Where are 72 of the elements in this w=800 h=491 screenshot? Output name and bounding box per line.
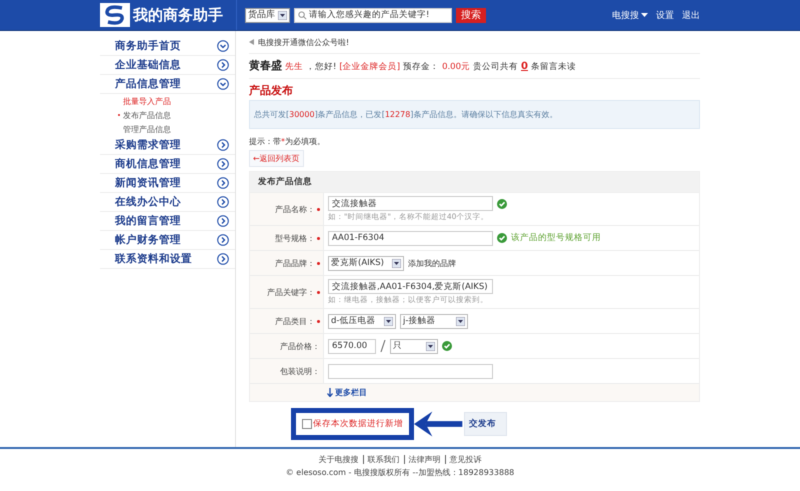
footer-link[interactable]: 法律声明 [404,455,444,464]
brand-select[interactable]: 爱克斯(AIKS) [328,256,404,270]
footer-link[interactable]: 联系我们 [362,455,404,464]
add-brand-link[interactable]: 添加我的品牌 [408,258,456,268]
field-label: 包装说明： [280,366,320,376]
category-select[interactable]: d-低压电器 [328,314,396,328]
input-field[interactable]: 交流接触器 [328,196,493,211]
dropdown-icon [426,342,435,350]
price-field[interactable]: 6570.00 [328,338,376,354]
field-label: 产品名称： [275,204,315,214]
category-select[interactable]: 货品库 [245,8,290,22]
dropdown-icon [278,10,287,20]
sidebar-item[interactable]: 企业基础信息 [100,56,235,75]
search-button[interactable]: 搜索 [456,8,486,22]
greeting-text: [企业金牌会员] [339,61,400,74]
input-field[interactable]: AA01-F6304 [328,230,493,246]
sidebar-item[interactable]: 联系资料和设置 [100,250,235,269]
field-label: 产品价格： [280,340,320,352]
greeting-text: 黄春盛 [249,58,282,74]
sidebar-item[interactable]: 采购需求管理 [100,136,235,155]
logo-icon [100,3,130,27]
field-label: 产品关键字： [267,286,315,298]
greeting-text: 条留言未读 [530,60,576,74]
greeting-text: 0.00元 [442,61,470,74]
sidebar-item[interactable]: 产品信息管理 [100,75,235,94]
dropdown-icon [384,316,393,326]
field-label: 产品类目： [275,316,315,326]
valid-text: 该产品的型号规格可用 [511,232,601,244]
sidebar-subitem[interactable]: 管理产品信息 [123,124,171,134]
logo-text: 我的商务助手 [133,6,223,24]
footer-link[interactable]: 关于电搜搜 [314,455,362,464]
nav-link[interactable]: 电搜搜 [612,8,648,22]
sidebar-item[interactable]: 商务助手首页 [100,37,235,56]
subcategory-select[interactable]: j-接触器 [400,314,468,328]
submit-button[interactable]: 交发布 [464,412,507,436]
more-link[interactable]: 更多栏目 [327,387,695,398]
greeting-text: 预存金： [403,61,440,74]
caret-icon [641,12,648,18]
greeting-text: 0 [521,60,528,74]
greeting-text: 先生 [285,61,303,74]
search-field[interactable]: 请输入您感兴趣的产品关键字! [294,8,452,22]
input-field[interactable] [328,364,493,378]
sidebar-item[interactable]: 帐户财务管理 [100,231,235,250]
nav-link[interactable]: 退出 [682,8,700,22]
slash-icon [380,340,386,352]
nav-link[interactable]: 设置 [656,8,674,22]
save-checkbox[interactable]: 保存本次数据进行新增 [302,418,403,430]
down-arrow-icon [327,388,333,397]
copyright-text: © elesoso.com - 电搜搜版权所有 --加盟热线：18928933888 [286,467,514,478]
sidebar-item[interactable]: 我的留言管理 [100,212,235,231]
dropdown-icon [392,258,401,268]
field-label: 产品品牌： [275,258,315,268]
input-field[interactable]: 交流接触器,AA01-F6304,爱克斯(AIKS) [328,279,493,294]
section-title: 产品发布 [249,83,294,98]
search-icon [298,10,307,20]
speaker-icon [249,39,254,45]
hint-text: 提示：带*为必填项。 [249,136,326,147]
sidebar-subitem[interactable]: 批量导入产品 [123,96,171,106]
field-label: 型号规格： [275,232,315,244]
dropdown-icon [456,316,465,326]
unit-select[interactable]: 只 [390,338,438,354]
sidebar-subitem[interactable]: 发布产品信息 [123,110,171,120]
form-title: 发布产品信息 [250,172,699,193]
sidebar-item[interactable]: 在线办公中心 [100,193,235,212]
sidebar-item[interactable]: 新闻资讯管理 [100,174,235,193]
greeting-text: ，您好! [306,61,336,74]
greeting-text: 贵公司共有 [473,61,518,74]
info-box: 总共可发[30000]条产品信息，已发[12278]条产品信息。请确保以下信息真实有效。 [249,100,700,129]
back-link[interactable]: ←返回列表页 [249,150,304,167]
sidebar-item[interactable]: 商机信息管理 [100,155,235,174]
notice-text: 电搜搜开通微信公众号啦! [258,36,350,48]
footer-link[interactable]: 意见投诉 [444,455,486,464]
